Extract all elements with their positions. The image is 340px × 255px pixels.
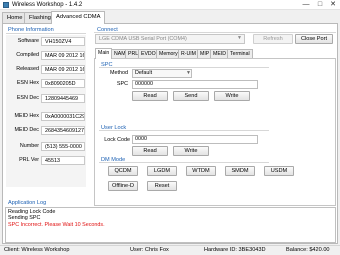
spc-field[interactable]: 000000: [132, 80, 258, 89]
esn-hex-label: ESN Hex: [16, 80, 39, 86]
spc-send-button[interactable]: Send: [173, 91, 209, 101]
number-label: Number: [19, 143, 39, 149]
compiled-label: Compiled: [16, 52, 39, 58]
spc-write-button[interactable]: Write: [214, 91, 250, 101]
software-label: Software: [17, 38, 39, 44]
chevron-down-icon[interactable]: ▼: [186, 70, 191, 76]
meid-hex-value: 0xA0000031C294B2: [41, 112, 85, 121]
released-value: MAR 09 2012 16:55:01: [41, 65, 85, 74]
window-title: Wireless Workshop - 1.4.2: [12, 1, 83, 8]
lock-code-label: Lock Code: [104, 137, 130, 143]
spc-divider: [99, 67, 269, 68]
status-balance: Balance: $420.00: [286, 247, 330, 253]
esn-hex-value: 0x8090205D: [41, 79, 85, 88]
prl-ver-label: PRL Ver: [19, 157, 39, 163]
qcdm-button[interactable]: QCDM: [108, 166, 138, 176]
status-client: Client: Wireless Workshop: [4, 247, 70, 253]
tab-advanced-cdma[interactable]: Advanced CDMA: [51, 11, 106, 24]
smdm-button[interactable]: SMDM: [225, 166, 255, 176]
app-log-box: Reading Lock Code Sending SPC SPC Incorr…: [5, 207, 336, 243]
refresh-button[interactable]: Refresh: [253, 34, 293, 44]
reset-button[interactable]: Reset: [147, 181, 177, 191]
meid-dec-label: MEID Dec: [14, 127, 39, 133]
lgdm-button[interactable]: LGDM: [147, 166, 177, 176]
dm-mode-divider: [99, 162, 269, 163]
method-label: Method: [110, 70, 128, 76]
close-icon[interactable]: ✕: [326, 0, 340, 9]
minimize-icon[interactable]: —: [299, 0, 313, 9]
wtdm-button[interactable]: WTDM: [186, 166, 216, 176]
released-label: Released: [16, 66, 39, 72]
chevron-down-icon[interactable]: ▼: [237, 35, 242, 41]
lock-code-field[interactable]: 0000: [132, 135, 258, 144]
esn-dec-value: 12809445469: [41, 94, 85, 103]
maximize-icon[interactable]: □: [313, 0, 327, 9]
status-hardware-id: Hardware ID: 3BE3043D: [204, 247, 266, 253]
subtab-terminal[interactable]: Terminal: [227, 49, 253, 58]
port-select[interactable]: LGE CDMA USB Serial Port (COM4): [95, 34, 245, 44]
software-value: VH150ZV4: [41, 37, 85, 46]
spc-label: SPC: [116, 81, 128, 87]
number-value: (513) 555-0000: [41, 142, 85, 151]
connect-divider: [94, 32, 336, 33]
esn-dec-label: ESN Dec: [16, 95, 39, 101]
usdm-button[interactable]: USDM: [264, 166, 294, 176]
phone-info-divider: [6, 33, 86, 34]
subtab-main[interactable]: Main: [95, 48, 113, 59]
log-line-error: SPC Incorrect. Please Wait 10 Seconds.: [8, 221, 105, 228]
meid-hex-label: MEID Hex: [14, 113, 39, 119]
close-port-button[interactable]: Close Port: [295, 34, 333, 44]
subtab-r-uim[interactable]: R-UIM: [178, 49, 199, 58]
app-icon: [3, 2, 9, 8]
spc-read-button[interactable]: Read: [132, 91, 168, 101]
method-select[interactable]: Default: [132, 69, 192, 78]
meid-dec-value: 268435460912752050: [41, 126, 85, 135]
offline-d-button[interactable]: Offline-D: [108, 181, 138, 191]
user-lock-divider: [99, 130, 269, 131]
lock-write-button[interactable]: Write: [173, 146, 209, 156]
prl-ver-value: 45513: [41, 156, 85, 165]
app-log-heading: Application Log: [8, 200, 47, 206]
compiled-value: MAR 09 2012 16:55:01: [41, 51, 85, 60]
lock-read-button[interactable]: Read: [132, 146, 168, 156]
status-user: User: Chris Fox: [130, 247, 169, 253]
